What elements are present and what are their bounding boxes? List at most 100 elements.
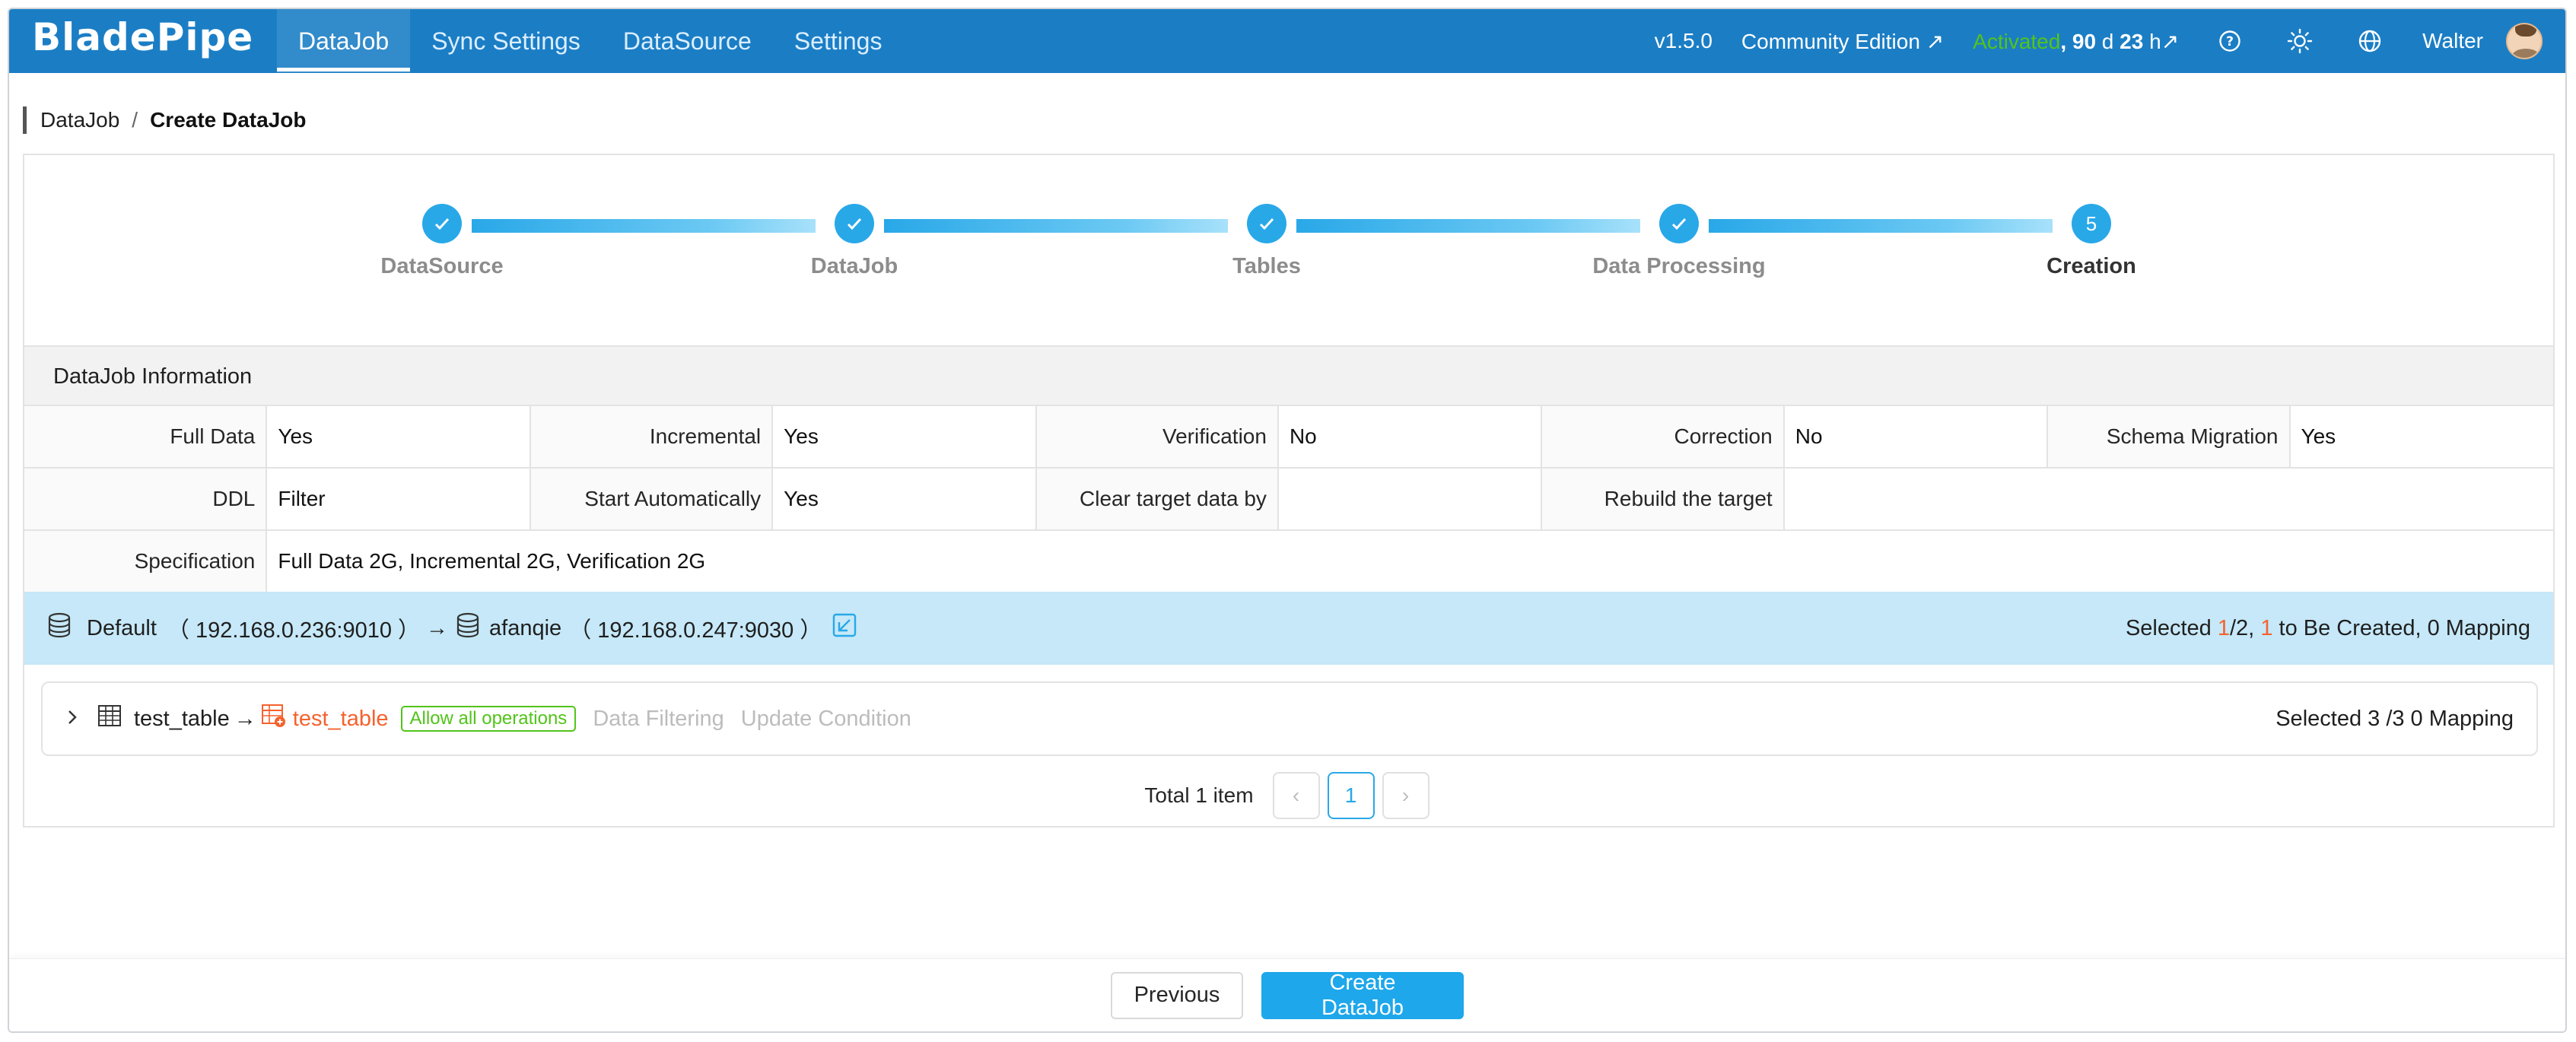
target-name: afanqie — [489, 615, 562, 640]
nav-item-settings[interactable]: Settings — [773, 9, 904, 73]
summary-suffix: to Be Created, 0 Mapping — [2279, 615, 2530, 640]
info-value — [1783, 467, 2553, 531]
edit-mapping-icon[interactable] — [832, 613, 857, 643]
user-avatar[interactable] — [2506, 23, 2543, 59]
info-value: Yes — [266, 405, 531, 469]
nav-menu: DataJob Sync Settings DataSource Setting… — [277, 9, 903, 73]
app-logo[interactable]: BladePipe — [32, 15, 253, 59]
info-row: Specification Full Data 2G, Incremental … — [24, 529, 2553, 593]
step-label-tables: Tables — [1232, 254, 1301, 278]
allow-all-operations-tag[interactable]: Allow all operations — [400, 706, 577, 732]
table-arrow: → — [234, 706, 256, 731]
page-1-button[interactable]: 1 — [1327, 772, 1375, 819]
create-datajob-button[interactable]: Create DataJob — [1261, 971, 1464, 1020]
remaining-days: , 90 — [2060, 29, 2097, 53]
info-row: Full Data Yes Incremental Yes Verificati… — [24, 405, 2553, 469]
hours-unit: h↗ — [2149, 29, 2180, 53]
info-key: Rebuild the target — [1541, 467, 1785, 531]
prev-page-button[interactable]: ‹ — [1272, 772, 1320, 819]
step-tables-check-icon — [1247, 204, 1286, 243]
version-label: v1.5.0 — [1654, 29, 1713, 52]
step-creation-number: 5 — [2072, 204, 2111, 243]
total-count: /2, — [2230, 615, 2255, 640]
data-filtering-link[interactable]: Data Filtering — [593, 707, 724, 732]
update-condition-link[interactable]: Update Condition — [741, 707, 911, 732]
chevron-right-icon[interactable] — [64, 707, 81, 732]
breadcrumb-root[interactable]: DataJob — [40, 108, 119, 132]
datajob-info-table: Full Data Yes Incremental Yes Verificati… — [24, 405, 2553, 593]
info-value: Full Data 2G, Incremental 2G, Verificati… — [266, 529, 2553, 593]
breadcrumb: DataJob / Create DataJob — [23, 106, 306, 134]
step-datasource-check-icon — [422, 204, 462, 243]
source-name: Default — [87, 615, 157, 640]
pagination-total: Total 1 item — [1144, 783, 1254, 807]
info-key: Correction — [1541, 405, 1785, 469]
target-table-name[interactable]: test_table — [293, 707, 389, 732]
schema-mapping-bar: Default （ 192.168.0.236:9010 ） → afanqie… — [24, 592, 2553, 665]
summary-prefix: Selected — [2125, 615, 2212, 640]
license-status[interactable]: Activated, 90 d 23 h↗ — [1973, 29, 2179, 54]
source-table-icon — [97, 704, 122, 734]
create-datajob-panel: 5 DataSource DataJob Tables Data Process… — [23, 154, 2555, 828]
previous-button[interactable]: Previous — [1111, 971, 1243, 1019]
info-value: No — [1783, 405, 2049, 469]
help-icon[interactable]: ? — [2212, 24, 2247, 59]
nav-item-sync-settings[interactable]: Sync Settings — [410, 9, 602, 73]
info-value: Filter — [266, 467, 531, 531]
info-key: Schema Migration — [2046, 405, 2291, 469]
theme-sun-icon[interactable] — [2282, 24, 2317, 59]
edition-link[interactable]: Community Edition ↗ — [1741, 29, 1944, 54]
svg-text:?: ? — [2226, 34, 2234, 49]
info-value: Yes — [2288, 405, 2553, 469]
step-label-datasource: DataSource — [380, 254, 504, 278]
activated-label: Activated — [1973, 29, 2061, 53]
mapping-arrow: → — [426, 615, 449, 640]
info-key: Specification — [24, 529, 268, 593]
source-database-icon — [46, 612, 73, 645]
info-key: Full Data — [24, 405, 268, 469]
nav-right: v1.5.0 Community Edition ↗ Activated, 90… — [1655, 9, 2543, 73]
target-host: （ 192.168.0.247:9030 ） — [569, 618, 822, 643]
step-connector — [1709, 219, 2053, 233]
step-label-data-processing: Data Processing — [1592, 254, 1766, 278]
step-connector — [472, 219, 816, 233]
info-value: Yes — [771, 405, 1037, 469]
table-row: test_table → test_table Allow all operat… — [41, 681, 2538, 756]
footer-actions: Previous Create DataJob — [9, 958, 2565, 1031]
info-key: Start Automatically — [529, 467, 774, 531]
top-nav: BladePipe DataJob Sync Settings DataSour… — [9, 9, 2565, 73]
info-value: Yes — [771, 467, 1037, 531]
info-value: No — [1277, 405, 1543, 469]
datajob-info-header: DataJob Information — [24, 345, 2553, 406]
next-page-button[interactable]: › — [1382, 772, 1430, 819]
table-row-summary: Selected 3 /3 0 Mapping — [2275, 706, 2514, 731]
user-name[interactable]: Walter — [2422, 29, 2483, 53]
source-host: （ 192.168.0.236:9010 ） — [167, 618, 421, 643]
nav-item-datasource[interactable]: DataSource — [602, 9, 773, 73]
info-key: Clear target data by — [1035, 467, 1279, 531]
remaining-hours: 23 — [2120, 29, 2144, 53]
mapping-summary: Selected 1/2, 1 to Be Created, 0 Mapping — [2126, 616, 2530, 641]
step-connector — [1296, 219, 1640, 233]
days-unit: d — [2101, 29, 2114, 53]
breadcrumb-separator: / — [132, 108, 138, 132]
info-key: Incremental — [529, 405, 774, 469]
info-key: DDL — [24, 467, 268, 531]
nav-item-datajob[interactable]: DataJob — [277, 9, 411, 73]
step-label-datajob: DataJob — [810, 254, 898, 278]
step-connector — [884, 219, 1228, 233]
app-window: BladePipe DataJob Sync Settings DataSour… — [8, 8, 2567, 1033]
step-processing-check-icon — [1659, 204, 1699, 243]
language-globe-icon[interactable] — [2352, 24, 2387, 59]
target-database-icon — [454, 612, 482, 645]
source-table-name: test_table — [134, 706, 230, 731]
steps: 5 DataSource DataJob Tables Data Process… — [24, 155, 2553, 345]
info-value — [1277, 467, 1543, 531]
pagination: Total 1 item ‹ 1 › — [24, 771, 2553, 820]
new-table-icon — [261, 703, 287, 735]
step-datajob-check-icon — [835, 204, 874, 243]
selected-count: 1 — [2217, 615, 2230, 640]
step-label-creation: Creation — [2046, 254, 2136, 278]
breadcrumb-current: Create DataJob — [150, 108, 307, 132]
to-create-count: 1 — [2260, 615, 2273, 640]
